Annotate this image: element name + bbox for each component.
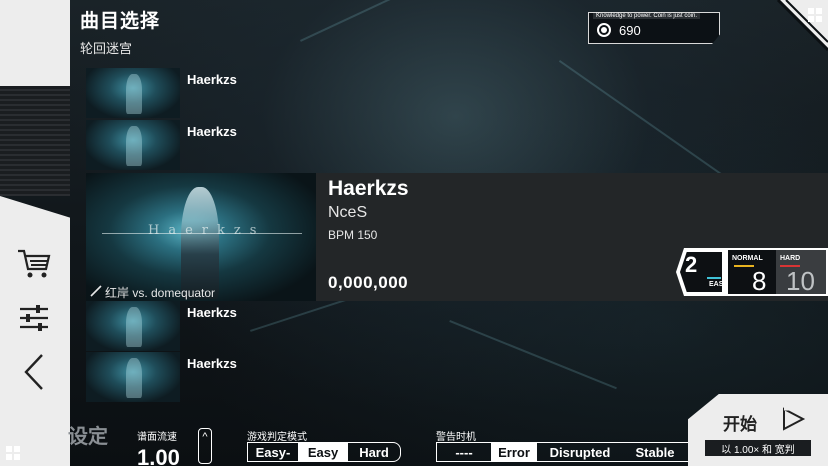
speed-value: 1.00 (137, 445, 180, 466)
back-chevron-icon[interactable] (14, 352, 54, 392)
illustrator-name: 红岸 vs. domequator (105, 286, 216, 300)
play-triangle-icon (780, 406, 806, 437)
left-top-block (0, 0, 70, 86)
song-score: 0,000,000 (328, 273, 409, 292)
warn-option-error[interactable]: Error (491, 443, 537, 461)
page-subtitle: 轮回迷宫 (80, 41, 133, 56)
warn-option-off[interactable]: ---- (437, 443, 491, 461)
judge-option-easy[interactable]: Easy (298, 443, 348, 461)
speed-stepper[interactable]: ^ (198, 428, 212, 464)
start-button[interactable]: 开始 以 1.00× 和 宽判 (688, 394, 828, 466)
speed-block: 谱面流速 1.00 (137, 428, 180, 466)
song-thumbnail (86, 68, 180, 118)
grid-menu-icon[interactable] (808, 8, 822, 22)
illustrator-credit: 红岸 vs. domequator (90, 284, 215, 301)
difficulty-hard[interactable]: HARD 10 (776, 250, 826, 296)
settings-sliders-icon[interactable] (14, 298, 54, 338)
speed-label: 谱面流速 (137, 432, 177, 443)
song-name: Haerkzs (187, 72, 237, 87)
header: 曲目选择 轮回迷宫 (80, 6, 160, 57)
normal-label: NORMAL (732, 255, 763, 262)
start-label: 开始 (723, 415, 757, 434)
song-name: Haerkzs (187, 305, 237, 320)
judge-mode-label: 游戏判定模式 (247, 432, 307, 443)
song-list-item[interactable]: Haerkzs (86, 301, 316, 351)
song-list-item[interactable]: Haerkzs (86, 68, 316, 118)
warn-option-stable[interactable]: Stable (623, 443, 687, 461)
hard-label: HARD (780, 255, 801, 262)
judge-option-easy-minus[interactable]: Easy- (248, 443, 298, 461)
warning-timing-selector: ---- Error Disrupted Stable (436, 442, 688, 462)
easy-level: 2 (685, 252, 698, 277)
cover-text: Haerkzs (148, 223, 266, 238)
easy-color-bar (707, 277, 721, 279)
shop-cart-icon[interactable] (14, 244, 54, 284)
judge-option-hard[interactable]: Hard (348, 443, 400, 461)
song-thumbnail (86, 120, 180, 170)
normal-level: 8 (752, 266, 767, 296)
hard-level: 10 (786, 266, 815, 296)
difficulty-selector: 2 EASY NORMAL 8 HARD 10 (676, 248, 828, 298)
coin-icon (597, 23, 611, 37)
page-title: 曲目选择 (80, 11, 161, 32)
judge-mode-selector: Easy- Easy Hard (247, 442, 401, 462)
coin-tip: Knowledge to power. Coin is just coin. (593, 13, 701, 19)
song-list-item[interactable]: Haerkzs (86, 352, 316, 402)
brush-icon (90, 285, 102, 300)
song-name: Haerkzs (187, 356, 237, 371)
left-stripes (0, 86, 70, 196)
chevron-up-icon: ^ (202, 431, 208, 443)
song-list-item[interactable]: Haerkzs (86, 120, 316, 170)
settings-label: 设定 (68, 426, 108, 448)
song-thumbnail (86, 301, 180, 351)
coin-counter: Knowledge to power. Coin is just coin. 6… (588, 12, 720, 44)
difficulty-normal[interactable]: NORMAL 8 (728, 250, 776, 296)
normal-color-bar (734, 265, 754, 267)
song-thumbnail (86, 352, 180, 402)
warning-timing-label: 警告时机 (436, 432, 476, 443)
left-sidebar (0, 0, 70, 466)
coin-value: 690 (619, 23, 641, 38)
cover-figure (181, 187, 219, 299)
start-subtitle: 以 1.00× 和 宽判 (705, 440, 811, 456)
grid-menu-icon[interactable] (6, 446, 20, 460)
song-name: Haerkzs (187, 124, 237, 139)
song-cover-art: Haerkzs 红岸 vs. domequator (86, 173, 316, 301)
song-bpm: BPM 150 (328, 228, 378, 242)
song-title: Haerkzs (328, 177, 409, 200)
warn-option-disrupted[interactable]: Disrupted (537, 443, 623, 461)
song-artist: NceS (328, 204, 368, 221)
